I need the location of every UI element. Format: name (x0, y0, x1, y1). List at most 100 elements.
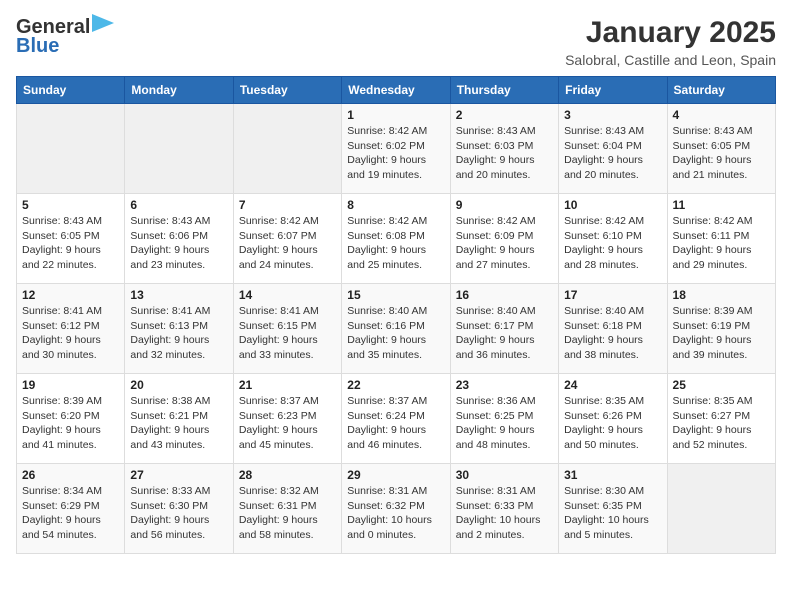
calendar-cell: 12 Sunrise: 8:41 AM Sunset: 6:12 PM Dayli… (17, 284, 125, 374)
calendar-cell: 18 Sunrise: 8:39 AM Sunset: 6:19 PM Dayli… (667, 284, 775, 374)
day-number: 30 (456, 468, 553, 482)
calendar-cell: 31 Sunrise: 8:30 AM Sunset: 6:35 PM Dayli… (559, 464, 667, 554)
day-number: 23 (456, 378, 553, 392)
day-info: Sunrise: 8:39 AM Sunset: 6:20 PM Dayligh… (22, 394, 119, 453)
calendar-cell: 7 Sunrise: 8:42 AM Sunset: 6:07 PM Daylig… (233, 194, 341, 284)
day-info: Sunrise: 8:42 AM Sunset: 6:09 PM Dayligh… (456, 214, 553, 273)
day-number: 6 (130, 198, 227, 212)
calendar-cell: 20 Sunrise: 8:38 AM Sunset: 6:21 PM Dayli… (125, 374, 233, 464)
weekday-header: Tuesday (233, 77, 341, 104)
calendar-cell: 3 Sunrise: 8:43 AM Sunset: 6:04 PM Daylig… (559, 104, 667, 194)
calendar-cell: 23 Sunrise: 8:36 AM Sunset: 6:25 PM Dayli… (450, 374, 558, 464)
calendar-cell: 1Sunrise: 8:42 AM Sunset: 6:02 PM Daylig… (342, 104, 450, 194)
day-info: Sunrise: 8:37 AM Sunset: 6:23 PM Dayligh… (239, 394, 336, 453)
calendar-cell: 14Sunrise: 8:41 AM Sunset: 6:15 PM Dayli… (233, 284, 341, 374)
calendar-cell: 27 Sunrise: 8:33 AM Sunset: 6:30 PM Dayli… (125, 464, 233, 554)
calendar-body: 1Sunrise: 8:42 AM Sunset: 6:02 PM Daylig… (17, 104, 776, 554)
day-info: Sunrise: 8:30 AM Sunset: 6:35 PM Dayligh… (564, 484, 661, 543)
calendar-cell: 17Sunrise: 8:40 AM Sunset: 6:18 PM Dayli… (559, 284, 667, 374)
day-info: Sunrise: 8:31 AM Sunset: 6:33 PM Dayligh… (456, 484, 553, 543)
day-info: Sunrise: 8:38 AM Sunset: 6:21 PM Dayligh… (130, 394, 227, 453)
weekday-header: Saturday (667, 77, 775, 104)
day-number: 24 (564, 378, 661, 392)
day-info: Sunrise: 8:43 AM Sunset: 6:04 PM Dayligh… (564, 124, 661, 183)
calendar-cell: 19 Sunrise: 8:39 AM Sunset: 6:20 PM Dayli… (17, 374, 125, 464)
day-number: 11 (673, 198, 770, 212)
day-number: 8 (347, 198, 444, 212)
calendar-cell: 21Sunrise: 8:37 AM Sunset: 6:23 PM Dayli… (233, 374, 341, 464)
weekday-header: Wednesday (342, 77, 450, 104)
calendar-cell (125, 104, 233, 194)
calendar-cell: 15 Sunrise: 8:40 AM Sunset: 6:16 PM Dayli… (342, 284, 450, 374)
location: Salobral, Castille and Leon, Spain (565, 52, 776, 68)
day-number: 9 (456, 198, 553, 212)
day-info: Sunrise: 8:42 AM Sunset: 6:02 PM Dayligh… (347, 124, 444, 183)
day-number: 12 (22, 288, 119, 302)
weekday-header: Sunday (17, 77, 125, 104)
calendar-cell: 24 Sunrise: 8:35 AM Sunset: 6:26 PM Dayli… (559, 374, 667, 464)
day-info: Sunrise: 8:43 AM Sunset: 6:05 PM Dayligh… (673, 124, 770, 183)
calendar-cell: 29 Sunrise: 8:31 AM Sunset: 6:32 PM Dayli… (342, 464, 450, 554)
calendar-cell: 16Sunrise: 8:40 AM Sunset: 6:17 PM Dayli… (450, 284, 558, 374)
day-info: Sunrise: 8:37 AM Sunset: 6:24 PM Dayligh… (347, 394, 444, 453)
month-title: January 2025 (565, 16, 776, 50)
day-number: 10 (564, 198, 661, 212)
day-info: Sunrise: 8:34 AM Sunset: 6:29 PM Dayligh… (22, 484, 119, 543)
calendar-cell: 13Sunrise: 8:41 AM Sunset: 6:13 PM Dayli… (125, 284, 233, 374)
day-number: 5 (22, 198, 119, 212)
day-info: Sunrise: 8:35 AM Sunset: 6:27 PM Dayligh… (673, 394, 770, 453)
title-block: January 2025 Salobral, Castille and Leon… (565, 16, 776, 68)
day-number: 28 (239, 468, 336, 482)
day-number: 2 (456, 108, 553, 122)
day-number: 31 (564, 468, 661, 482)
weekday-header: Friday (559, 77, 667, 104)
calendar-cell: 11 Sunrise: 8:42 AM Sunset: 6:11 PM Dayli… (667, 194, 775, 284)
day-info: Sunrise: 8:41 AM Sunset: 6:13 PM Dayligh… (130, 304, 227, 363)
calendar-table: SundayMondayTuesdayWednesdayThursdayFrid… (16, 76, 776, 554)
calendar-cell: 10 Sunrise: 8:42 AM Sunset: 6:10 PM Dayli… (559, 194, 667, 284)
weekday-header: Thursday (450, 77, 558, 104)
day-number: 29 (347, 468, 444, 482)
calendar-header: SundayMondayTuesdayWednesdayThursdayFrid… (17, 77, 776, 104)
calendar-cell: 9 Sunrise: 8:42 AM Sunset: 6:09 PM Daylig… (450, 194, 558, 284)
day-number: 7 (239, 198, 336, 212)
calendar-cell: 30 Sunrise: 8:31 AM Sunset: 6:33 PM Dayli… (450, 464, 558, 554)
day-info: Sunrise: 8:42 AM Sunset: 6:08 PM Dayligh… (347, 214, 444, 273)
day-number: 18 (673, 288, 770, 302)
calendar-cell: 8 Sunrise: 8:42 AM Sunset: 6:08 PM Daylig… (342, 194, 450, 284)
day-number: 19 (22, 378, 119, 392)
day-info: Sunrise: 8:35 AM Sunset: 6:26 PM Dayligh… (564, 394, 661, 453)
day-number: 20 (130, 378, 227, 392)
day-info: Sunrise: 8:40 AM Sunset: 6:16 PM Dayligh… (347, 304, 444, 363)
day-info: Sunrise: 8:41 AM Sunset: 6:12 PM Dayligh… (22, 304, 119, 363)
day-number: 15 (347, 288, 444, 302)
day-number: 22 (347, 378, 444, 392)
calendar-cell: 25Sunrise: 8:35 AM Sunset: 6:27 PM Dayli… (667, 374, 775, 464)
day-number: 27 (130, 468, 227, 482)
weekday-header: Monday (125, 77, 233, 104)
day-info: Sunrise: 8:42 AM Sunset: 6:10 PM Dayligh… (564, 214, 661, 273)
calendar-cell: 6Sunrise: 8:43 AM Sunset: 6:06 PM Daylig… (125, 194, 233, 284)
calendar-cell (17, 104, 125, 194)
calendar-cell: 26 Sunrise: 8:34 AM Sunset: 6:29 PM Dayli… (17, 464, 125, 554)
day-number: 26 (22, 468, 119, 482)
calendar-cell: 22 Sunrise: 8:37 AM Sunset: 6:24 PM Dayli… (342, 374, 450, 464)
day-number: 3 (564, 108, 661, 122)
day-info: Sunrise: 8:41 AM Sunset: 6:15 PM Dayligh… (239, 304, 336, 363)
day-info: Sunrise: 8:36 AM Sunset: 6:25 PM Dayligh… (456, 394, 553, 453)
day-info: Sunrise: 8:32 AM Sunset: 6:31 PM Dayligh… (239, 484, 336, 543)
day-info: Sunrise: 8:40 AM Sunset: 6:18 PM Dayligh… (564, 304, 661, 363)
day-info: Sunrise: 8:43 AM Sunset: 6:03 PM Dayligh… (456, 124, 553, 183)
day-number: 4 (673, 108, 770, 122)
calendar-cell: 4 Sunrise: 8:43 AM Sunset: 6:05 PM Daylig… (667, 104, 775, 194)
day-info: Sunrise: 8:33 AM Sunset: 6:30 PM Dayligh… (130, 484, 227, 543)
day-info: Sunrise: 8:43 AM Sunset: 6:05 PM Dayligh… (22, 214, 119, 273)
day-info: Sunrise: 8:31 AM Sunset: 6:32 PM Dayligh… (347, 484, 444, 543)
calendar-cell: 2 Sunrise: 8:43 AM Sunset: 6:03 PM Daylig… (450, 104, 558, 194)
day-info: Sunrise: 8:39 AM Sunset: 6:19 PM Dayligh… (673, 304, 770, 363)
day-info: Sunrise: 8:42 AM Sunset: 6:07 PM Dayligh… (239, 214, 336, 273)
day-info: Sunrise: 8:42 AM Sunset: 6:11 PM Dayligh… (673, 214, 770, 273)
calendar-cell (667, 464, 775, 554)
calendar-cell (233, 104, 341, 194)
calendar-cell: 5 Sunrise: 8:43 AM Sunset: 6:05 PM Daylig… (17, 194, 125, 284)
